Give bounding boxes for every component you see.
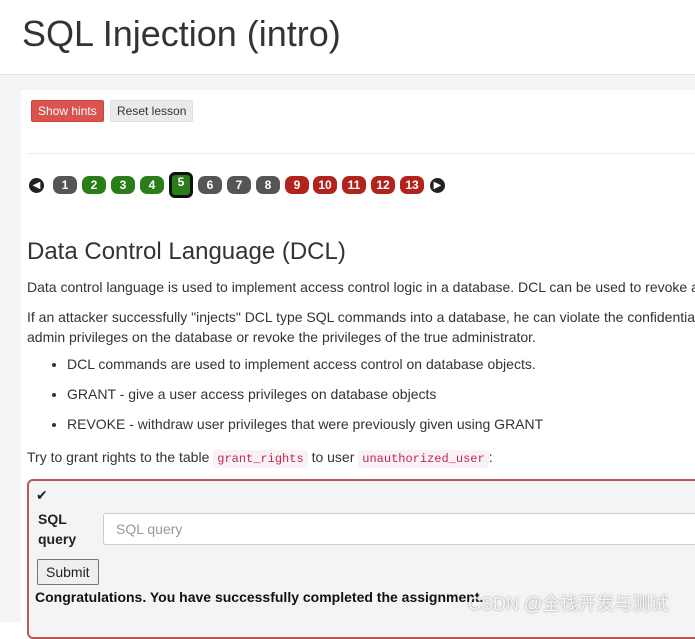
assignment-feedback: Congratulations. You have successfully c…: [35, 589, 484, 605]
attack-paragraph-line-2: admin privileges on the database or revo…: [27, 329, 536, 345]
list-item: REVOKE - withdraw user privileges that w…: [67, 414, 543, 434]
page-title: SQL Injection (intro): [22, 13, 341, 54]
page-button-13[interactable]: 13: [400, 176, 424, 194]
page-button-12[interactable]: 12: [371, 176, 395, 194]
page-button-4[interactable]: 4: [140, 176, 164, 194]
task-suffix: :: [488, 449, 493, 465]
divider: [27, 153, 695, 154]
reset-lesson-button[interactable]: Reset lesson: [110, 100, 194, 122]
list-item: GRANT - give a user access privileges on…: [67, 384, 543, 404]
sql-query-input[interactable]: [103, 513, 695, 545]
attack-paragraph-line-1: If an attacker successfully "injects" DC…: [27, 309, 695, 325]
page-header: SQL Injection (intro): [0, 0, 695, 75]
page-button-8[interactable]: 8: [256, 176, 280, 194]
lesson-panel: Show hints Reset lesson ◀ 1 2 3 4 5 6 7 …: [21, 90, 695, 639]
watermark: CSDN @全栈开发与测试: [468, 594, 669, 614]
task-prefix: Try to grant rights to the table: [27, 449, 210, 465]
intro-paragraph: Data control language is used to impleme…: [27, 279, 695, 295]
page-button-3[interactable]: 3: [111, 176, 135, 194]
dcl-bullet-list: DCL commands are used to implement acces…: [27, 354, 543, 444]
section-heading: Data Control Language (DCL): [27, 238, 346, 265]
next-page-icon[interactable]: ▶: [430, 178, 445, 193]
sql-query-label: SQL query: [38, 511, 77, 547]
page-button-7[interactable]: 7: [227, 176, 251, 194]
prev-page-icon[interactable]: ◀: [29, 178, 44, 193]
page-button-6[interactable]: 6: [198, 176, 222, 194]
table-name-code: grant_rights: [213, 450, 308, 468]
task-mid: to user: [311, 449, 355, 465]
submit-button[interactable]: Submit: [37, 559, 99, 585]
task-instruction: Try to grant rights to the table grant_r…: [27, 447, 493, 469]
user-name-code: unauthorized_user: [358, 450, 489, 468]
page-button-9[interactable]: 9: [285, 176, 309, 194]
list-item: DCL commands are used to implement acces…: [67, 354, 543, 374]
page-button-2[interactable]: 2: [82, 176, 106, 194]
show-hints-button[interactable]: Show hints: [31, 100, 104, 122]
page-button-1[interactable]: 1: [53, 176, 77, 194]
page-button-5[interactable]: 5: [169, 172, 193, 198]
page-button-11[interactable]: 11: [342, 176, 366, 194]
checkmark-icon: ✔: [36, 487, 48, 503]
page-button-10[interactable]: 10: [313, 176, 337, 194]
